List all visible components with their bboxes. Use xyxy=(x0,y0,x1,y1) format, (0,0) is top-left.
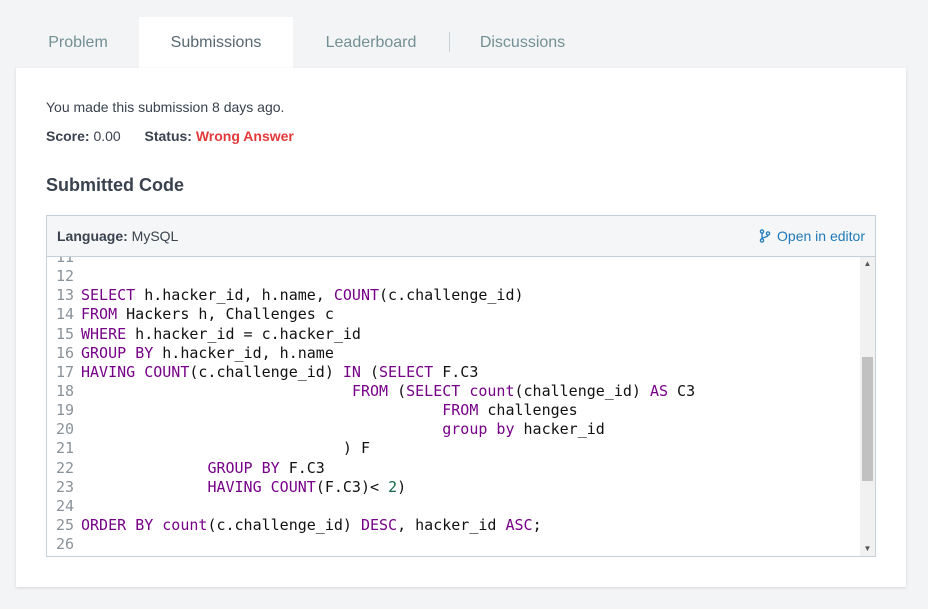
line-number: 16 xyxy=(55,343,74,362)
line-number: 24 xyxy=(55,496,74,515)
language-indicator: Language: MySQL xyxy=(57,228,178,244)
open-in-editor-link[interactable]: Open in editor xyxy=(759,228,865,244)
line-number: 11 xyxy=(55,257,74,266)
line-code: FROM (SELECT count(challenge_id) AS C3 xyxy=(351,381,696,400)
line-code: ORDER BY count(c.challenge_id) DESC, hac… xyxy=(81,515,542,534)
line-number: 23 xyxy=(55,477,74,496)
code-area[interactable]: 11 12 13 SELECT h.hacker_id, h.name, COUNT(… xyxy=(47,257,859,556)
line-code: FROM challenges xyxy=(442,401,578,420)
line-number: 15 xyxy=(55,324,74,343)
code-line: 16 GROUP BY h.hacker_id, h.name xyxy=(47,344,695,363)
tab-submissions[interactable]: Submissions xyxy=(139,17,293,68)
code-line: 14 FROM Hackers h, Challenges c xyxy=(47,305,695,324)
code-line: 26 xyxy=(47,535,695,554)
line-number: 12 xyxy=(55,267,74,286)
tab-problem[interactable]: Problem xyxy=(16,17,140,68)
line-code: WHERE h.hacker_id = c.hacker_id xyxy=(81,324,361,343)
code-viewer-header: Language: MySQL Open in editor xyxy=(47,216,875,257)
code-line: 13 SELECT h.hacker_id, h.name, COUNT(c.ch… xyxy=(47,286,695,305)
tab-bar: Problem Submissions Leaderboard Discussi… xyxy=(16,17,906,68)
scroll-down-arrow-icon[interactable]: ▼ xyxy=(860,542,875,556)
code-line: 18 FROM (SELECT count(challenge_id) AS C… xyxy=(47,382,695,401)
line-code: HAVING COUNT(F.C3)< 2) xyxy=(207,477,407,496)
line-code: ) F xyxy=(81,439,370,458)
line-code: FROM Hackers h, Challenges c xyxy=(81,305,334,324)
code-line: 24 xyxy=(47,497,695,516)
code-line: 17 HAVING COUNT(c.challenge_id) IN (SELEC… xyxy=(47,363,695,382)
submission-info: You made this submission 8 days ago. xyxy=(46,99,285,115)
status-label: Status: xyxy=(144,128,192,144)
code-line: 22 GROUP BY F.C3 xyxy=(47,459,695,478)
code-line: 19 FROM challenges xyxy=(47,401,695,420)
status-value: Wrong Answer xyxy=(195,128,294,144)
scroll-up-arrow-icon[interactable]: ▲ xyxy=(860,257,875,271)
tab-leaderboard[interactable]: Leaderboard xyxy=(293,17,449,68)
line-number: 25 xyxy=(55,515,74,534)
code-lines: 11 12 13 SELECT h.hacker_id, h.name, COUNT(… xyxy=(47,257,695,554)
line-number: 20 xyxy=(55,420,74,439)
score-label: Score: xyxy=(46,128,90,144)
line-code: GROUP BY h.hacker_id, h.name xyxy=(81,343,334,362)
line-code: SELECT h.hacker_id, h.name, COUNT(c.chal… xyxy=(81,286,524,305)
language-label: Language: xyxy=(57,228,128,244)
code-line: 25 ORDER BY count(c.challenge_id) DESC, h… xyxy=(47,516,695,535)
section-title: Submitted Code xyxy=(46,175,184,195)
score-status-line: Score: 0.00 Status: Wrong Answer xyxy=(46,128,294,144)
code-line: 15 WHERE h.hacker_id = c.hacker_id xyxy=(47,325,695,344)
code-line: 12 xyxy=(47,267,695,286)
line-number: 22 xyxy=(55,458,74,477)
line-code: HAVING COUNT(c.challenge_id) IN (SELECT … xyxy=(81,362,479,381)
branch-icon xyxy=(759,229,771,243)
tab-discussions[interactable]: Discussions xyxy=(450,17,595,68)
open-in-editor-label: Open in editor xyxy=(777,228,865,244)
line-number: 19 xyxy=(55,401,74,420)
line-number: 17 xyxy=(55,362,74,381)
code-line: 21 ) F xyxy=(47,439,695,458)
line-code: GROUP BY F.C3 xyxy=(207,458,325,477)
code-line: 11 xyxy=(47,257,695,267)
code-line: 20 group by hacker_id xyxy=(47,420,695,439)
code-scrollbar[interactable]: ▲ ▼ xyxy=(860,257,875,556)
submission-panel: You made this submission 8 days ago. Sco… xyxy=(16,68,906,587)
line-number: 13 xyxy=(55,286,74,305)
line-number: 26 xyxy=(55,535,74,554)
code-viewer: Language: MySQL Open in editor 11 12 13 SEL… xyxy=(46,215,876,557)
score-value: 0.00 xyxy=(93,128,121,144)
line-number: 18 xyxy=(55,381,74,400)
line-number: 21 xyxy=(55,439,74,458)
line-number: 14 xyxy=(55,305,74,324)
code-line: 23 HAVING COUNT(F.C3)< 2) xyxy=(47,478,695,497)
line-code: group by hacker_id xyxy=(442,420,605,439)
language-value: MySQL xyxy=(131,228,179,244)
scrollbar-thumb[interactable] xyxy=(862,357,873,481)
